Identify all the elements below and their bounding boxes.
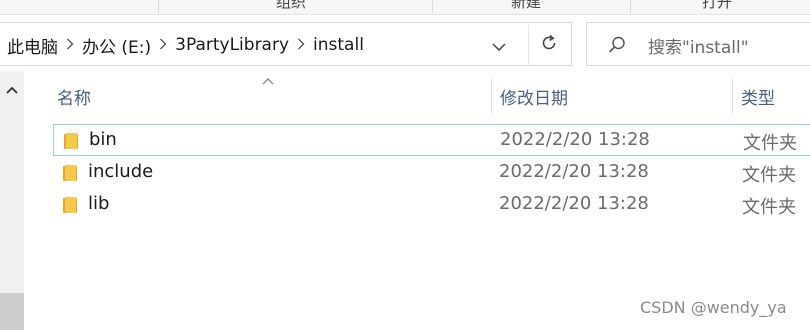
file-type: 文件夹 [742, 197, 796, 218]
watermark: CSDN @wendy_ya [640, 298, 787, 317]
chevron-right-icon[interactable] [60, 36, 80, 54]
file-name[interactable]: lib [88, 193, 109, 214]
refresh-icon [540, 34, 558, 56]
file-modified-date: 2022/2/20 13:28 [499, 161, 649, 182]
search-placeholder: 搜索"install" [648, 38, 749, 58]
ribbon-divider [158, 0, 159, 13]
search-input[interactable]: 搜索"install" [586, 22, 810, 66]
file-name[interactable]: include [88, 161, 153, 182]
column-divider[interactable] [732, 78, 733, 114]
breadcrumb-install[interactable]: install [311, 35, 366, 55]
column-header-name[interactable]: 名称 [57, 74, 91, 118]
ribbon-group-organize[interactable]: 组织 [276, 0, 306, 12]
address-bar[interactable]: 此电脑 办公 (E:) 3PartyLibrary install [0, 22, 572, 66]
file-row[interactable]: include 2022/2/20 13:28 文件夹 [53, 157, 810, 189]
ribbon-group-new[interactable]: 新建 [511, 0, 541, 12]
breadcrumb: 此电脑 办公 (E:) 3PartyLibrary install [5, 23, 366, 67]
ribbon-group-open[interactable]: 打开 [702, 0, 732, 12]
ribbon-divider [630, 0, 631, 13]
column-divider[interactable] [491, 78, 492, 114]
folder-icon [62, 164, 78, 186]
file-type: 文件夹 [743, 133, 797, 154]
address-row: 此电脑 办公 (E:) 3PartyLibrary install 搜索"ins… [0, 22, 810, 68]
scrollbar-thumb[interactable] [0, 293, 24, 330]
file-modified-date: 2022/2/20 13:28 [500, 129, 650, 150]
nav-pane-scrollbar[interactable] [0, 71, 24, 330]
column-header-type[interactable]: 类型 [741, 74, 775, 118]
breadcrumb-this-pc[interactable]: 此电脑 [5, 33, 60, 58]
chevron-right-icon[interactable] [291, 36, 311, 54]
ribbon-divider [432, 0, 433, 13]
file-modified-date: 2022/2/20 13:28 [499, 193, 649, 214]
file-name[interactable]: bin [89, 129, 117, 150]
search-icon [607, 35, 627, 59]
chevron-right-icon[interactable] [153, 36, 173, 54]
folder-icon [62, 196, 78, 218]
folder-icon [63, 132, 79, 154]
ribbon-bar: 组织 新建 打开 [0, 0, 810, 15]
file-row[interactable]: lib 2022/2/20 13:28 文件夹 [53, 189, 810, 221]
refresh-button[interactable] [528, 25, 569, 65]
breadcrumb-3partylibrary[interactable]: 3PartyLibrary [173, 35, 291, 55]
address-history-button[interactable] [484, 29, 514, 61]
scroll-up-icon[interactable] [0, 81, 24, 99]
breadcrumb-drive-e[interactable]: 办公 (E:) [80, 33, 153, 58]
file-row[interactable]: bin 2022/2/20 13:28 文件夹 [53, 124, 810, 156]
chevron-down-icon [492, 36, 506, 55]
column-header-date[interactable]: 修改日期 [500, 74, 568, 118]
sort-up-icon [262, 70, 274, 89]
file-type: 文件夹 [742, 165, 796, 186]
